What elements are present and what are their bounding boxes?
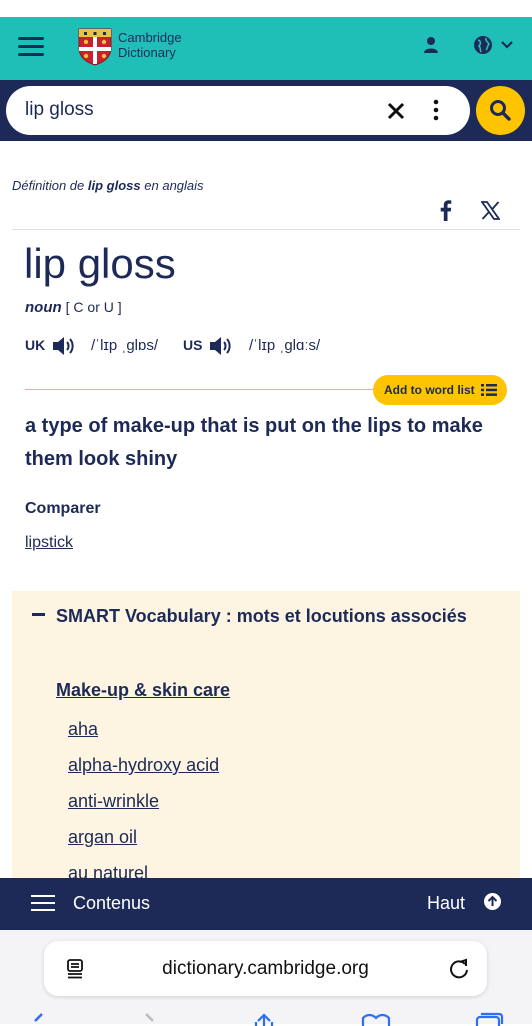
list-icon — [481, 384, 497, 396]
smart-vocabulary-item[interactable]: aha — [68, 719, 98, 740]
contents-menu-icon[interactable] — [31, 893, 55, 913]
clear-icon[interactable] — [386, 101, 406, 121]
arrow-up-circle-icon[interactable] — [483, 892, 502, 911]
add-to-word-list-label: Add to word list — [384, 383, 475, 397]
back-to-top-button[interactable]: Haut — [427, 893, 465, 914]
smart-vocabulary-item[interactable]: alpha-hydroxy acid — [68, 755, 219, 776]
smart-vocabulary-item[interactable]: anti-wrinkle — [68, 791, 159, 812]
smart-vocabulary-panel: SMART Vocabulary : mots et locutions ass… — [12, 591, 520, 881]
definition-of-suffix: en anglais — [144, 178, 204, 193]
contents-button[interactable]: Contenus — [73, 893, 150, 914]
chevron-down-icon — [501, 41, 513, 49]
status-strip — [0, 0, 532, 17]
reload-icon[interactable] — [448, 957, 470, 979]
header-divider — [12, 229, 520, 230]
search-bar — [0, 80, 532, 141]
globe-icon — [474, 36, 492, 54]
logo-line-2: Dictionary — [118, 45, 176, 60]
add-to-word-list-button[interactable]: Add to word list — [373, 375, 507, 405]
definition-of-line: Définition de lip gloss en anglais — [12, 178, 204, 193]
uk-label: UK — [25, 337, 46, 353]
site-header: Cambridge Dictionary — [0, 17, 532, 80]
us-ipa: /ˈlɪp ˌɡlɑːs/ — [249, 337, 321, 354]
compare-label: Comparer — [25, 500, 101, 517]
sticky-bottom-bar: Contenus Haut — [0, 878, 532, 930]
grammar-code: [ C or U ] — [65, 299, 122, 315]
uk-ipa: /ˈlɪp ˌɡlɒs/ — [91, 337, 159, 354]
search-icon — [490, 100, 511, 121]
language-selector[interactable] — [472, 34, 516, 56]
more-vertical-icon[interactable] — [432, 99, 440, 121]
smart-vocabulary-category[interactable]: Make-up & skin care — [56, 680, 230, 701]
logo-text[interactable]: Cambridge Dictionary — [118, 30, 182, 60]
sense-divider — [25, 389, 385, 390]
x-twitter-icon[interactable] — [481, 201, 500, 220]
url-text: dictionary.cambridge.org — [162, 958, 369, 979]
definition-text: a type of make-up that is put on the lip… — [25, 415, 483, 470]
search-button[interactable] — [476, 86, 525, 135]
headword: lip gloss — [24, 240, 176, 287]
definition-of-prefix: Définition de — [12, 178, 85, 193]
search-input[interactable] — [25, 97, 365, 123]
browser-chrome: dictionary.cambridge.org — [0, 930, 532, 1026]
us-audio-speaker-icon[interactable] — [208, 335, 232, 357]
pos-label: noun — [25, 299, 62, 316]
user-icon[interactable] — [421, 35, 441, 55]
facebook-icon[interactable] — [437, 199, 453, 221]
part-of-speech: noun[ C or U ] — [25, 299, 122, 316]
us-label: US — [183, 337, 203, 353]
address-bar[interactable]: dictionary.cambridge.org — [44, 941, 487, 996]
menu-icon[interactable] — [18, 37, 44, 57]
cambridge-shield-logo[interactable] — [78, 28, 112, 66]
definition-of-word: lip gloss — [87, 178, 141, 193]
smart-vocabulary-title[interactable]: SMART Vocabulary : mots et locutions ass… — [31, 604, 501, 629]
logo-line-1: Cambridge — [118, 30, 182, 45]
uk-audio-speaker-icon[interactable] — [51, 335, 75, 357]
compare-link-lipstick[interactable]: lipstick — [25, 534, 73, 552]
smart-vocabulary-item[interactable]: argan oil — [68, 827, 137, 848]
search-box — [6, 86, 470, 135]
